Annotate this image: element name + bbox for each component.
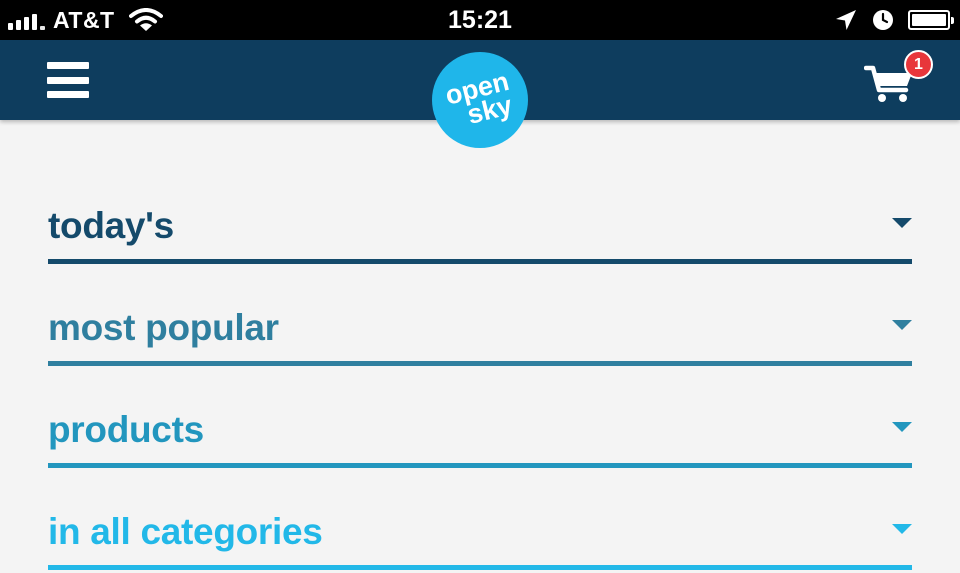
chevron-down-icon	[892, 422, 912, 432]
cart-count-badge: 1	[904, 50, 933, 79]
chevron-down-icon	[892, 218, 912, 228]
section-products[interactable]: products	[48, 402, 912, 468]
section-label: today's	[48, 205, 174, 246]
section-divider	[48, 259, 912, 264]
section-label: products	[48, 409, 204, 450]
section-divider	[48, 463, 912, 468]
battery-icon	[908, 10, 954, 30]
menu-button[interactable]	[47, 62, 89, 98]
cart-button[interactable]: 1	[862, 50, 933, 106]
section-most-popular[interactable]: most popular	[48, 300, 912, 366]
logo-line-2: sky	[464, 89, 516, 130]
section-label: in all categories	[48, 511, 323, 552]
chevron-down-icon	[892, 320, 912, 330]
app-header: open sky 1	[0, 40, 960, 148]
section-label: most popular	[48, 307, 279, 348]
status-time: 15:21	[448, 6, 512, 34]
section-in-all-categories[interactable]: in all categories	[48, 504, 912, 570]
section-divider	[48, 361, 912, 366]
opensky-logo[interactable]: open sky	[432, 52, 528, 148]
section-divider	[48, 565, 912, 570]
battery-fill	[912, 14, 946, 26]
status-right	[834, 0, 954, 40]
status-bar: AT&T 15:21	[0, 0, 960, 40]
chevron-down-icon	[892, 524, 912, 534]
section-todays[interactable]: today's	[48, 198, 912, 264]
clock-icon	[873, 10, 893, 30]
hamburger-menu-icon	[47, 62, 89, 69]
location-arrow-icon	[836, 10, 856, 30]
